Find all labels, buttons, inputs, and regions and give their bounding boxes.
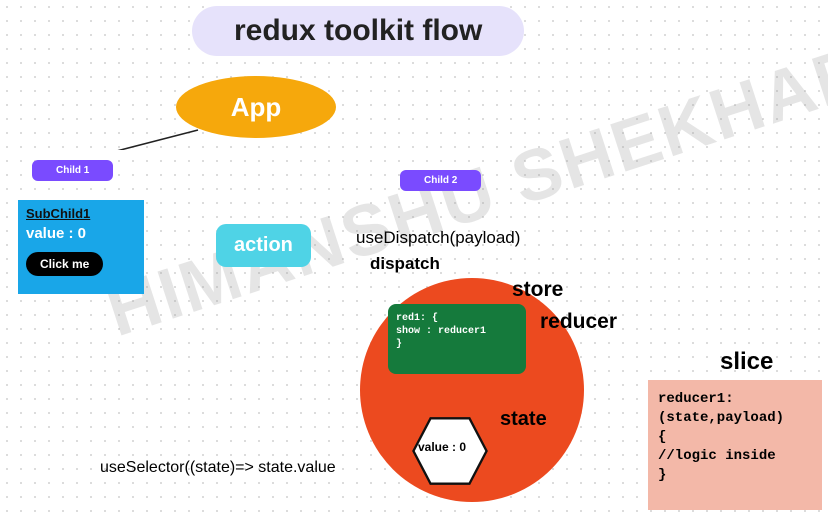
state-value: value : 0 <box>418 440 466 454</box>
state-label: state <box>500 408 547 431</box>
app-node: App <box>176 76 336 138</box>
subchild-title: SubChild1 <box>26 206 136 221</box>
use-selector-label: useSelector((state)=> state.value <box>100 458 336 478</box>
dispatch-label: dispatch <box>370 254 440 274</box>
action-node: action <box>216 224 311 267</box>
reducer-label: reducer <box>540 310 617 334</box>
child1-node: Child 1 <box>32 160 113 181</box>
child2-node: Child 2 <box>400 170 481 191</box>
subchild-value: value : 0 <box>26 225 136 242</box>
reducer-code-box: red1: { show : reducer1 } <box>388 304 526 374</box>
store-label: store <box>512 278 563 302</box>
click-me-button[interactable]: Click me <box>26 252 103 276</box>
slice-label: slice <box>720 348 773 376</box>
slice-code-box: reducer1: (state,payload) { //logic insi… <box>648 380 822 510</box>
use-dispatch-label: useDispatch(payload) <box>356 228 520 248</box>
app-label: App <box>231 92 282 123</box>
diagram-title: redux toolkit flow <box>192 6 524 56</box>
subchild-node: SubChild1 value : 0 Click me <box>18 200 144 294</box>
